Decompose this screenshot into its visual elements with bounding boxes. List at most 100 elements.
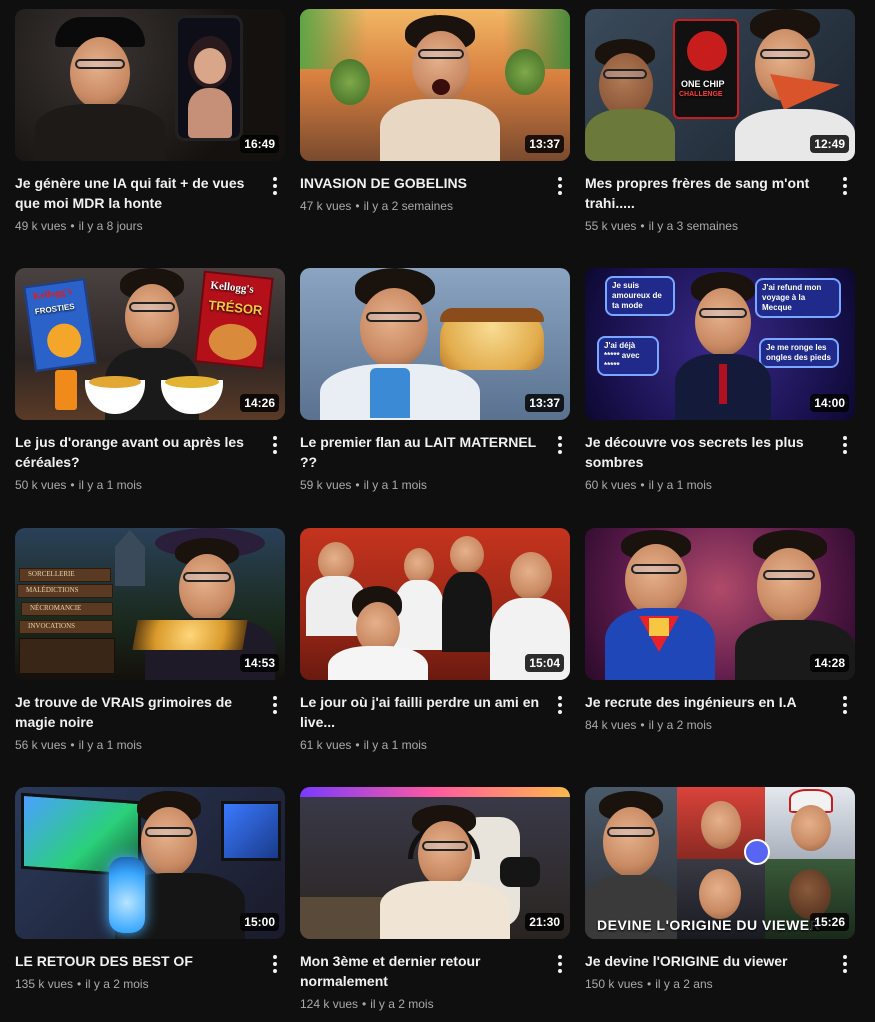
video-thumbnail[interactable]: Kellogg's FROSTIES Kellogg's TRÉSOR 14:2… (15, 268, 285, 420)
upload-age: il y a 2 mois (85, 977, 149, 991)
video-title[interactable]: Le jus d'orange avant ou après les céréa… (15, 432, 259, 472)
more-options-icon[interactable] (837, 175, 853, 197)
separator: • (647, 977, 652, 991)
more-options-icon[interactable] (837, 694, 853, 716)
video-title[interactable]: Je trouve de VRAIS grimoires de magie no… (15, 692, 259, 732)
video-duration: 14:26 (240, 394, 279, 412)
view-count: 124 k vues (300, 997, 359, 1011)
video-title[interactable]: Le premier flan au LAIT MATERNEL ?? (300, 432, 544, 472)
video-stats: 84 k vues • il y a 2 mois (585, 716, 829, 734)
video-stats: 49 k vues • il y a 8 jours (15, 217, 259, 235)
video-title[interactable]: Je devine l'ORIGINE du viewer (585, 951, 829, 971)
video-title[interactable]: Je recrute des ingénieurs en I.A (585, 692, 829, 712)
separator: • (355, 738, 360, 752)
video-thumbnail[interactable]: 15:00 (15, 787, 285, 939)
separator: • (355, 478, 360, 492)
cereal-name-text: TRÉSOR (207, 297, 264, 318)
video-stats: 47 k vues • il y a 2 semaines (300, 197, 544, 215)
view-count: 49 k vues (15, 219, 67, 233)
upload-age: il y a 1 mois (78, 478, 142, 492)
video-duration: 16:49 (240, 135, 279, 153)
video-stats: 135 k vues • il y a 2 mois (15, 975, 259, 993)
video-duration: 21:30 (525, 913, 564, 931)
video-stats: 55 k vues • il y a 3 semaines (585, 217, 829, 235)
more-options-icon[interactable] (267, 175, 283, 197)
video-card: Je suis amoureux de ta mode J'ai refund … (585, 268, 855, 494)
view-count: 47 k vues (300, 199, 352, 213)
video-stats: 61 k vues • il y a 1 mois (300, 736, 544, 754)
separator: • (70, 738, 75, 752)
video-card: 15:04 Le jour où j'ai failli perdre un a… (300, 528, 570, 754)
video-duration: 15:00 (240, 913, 279, 931)
video-title[interactable]: Mes propres frères de sang m'ont trahi..… (585, 173, 829, 213)
view-count: 135 k vues (15, 977, 74, 991)
separator: • (362, 997, 367, 1011)
more-options-icon[interactable] (552, 953, 568, 975)
video-duration: 13:37 (525, 135, 564, 153)
video-card: 13:37 INVASION DE GOBELINS 47 k vues • il … (300, 9, 570, 215)
upload-age: il y a 8 jours (78, 219, 143, 233)
book-title: SORCELLERIE (19, 568, 111, 582)
book-title: INVOCATIONS (19, 620, 113, 634)
more-options-icon[interactable] (552, 175, 568, 197)
video-duration: 14:28 (810, 654, 849, 672)
more-options-icon[interactable] (837, 434, 853, 456)
video-duration: 14:00 (810, 394, 849, 412)
separator: • (640, 219, 645, 233)
video-thumbnail[interactable]: Je suis amoureux de ta mode J'ai refund … (585, 268, 855, 420)
more-options-icon[interactable] (552, 694, 568, 716)
video-stats: 150 k vues • il y a 2 ans (585, 975, 829, 993)
more-options-icon[interactable] (267, 694, 283, 716)
upload-age: il y a 2 semaines (363, 199, 453, 213)
video-grid: 16:49 Je génère une IA qui fait + de vue… (0, 0, 875, 1022)
separator: • (640, 478, 645, 492)
video-thumbnail[interactable]: 13:37 (300, 9, 570, 161)
view-count: 61 k vues (300, 738, 352, 752)
view-count: 56 k vues (15, 738, 67, 752)
upload-age: il y a 2 mois (370, 997, 434, 1011)
upload-age: il y a 1 mois (648, 478, 712, 492)
separator: • (355, 199, 360, 213)
more-options-icon[interactable] (267, 953, 283, 975)
video-stats: 124 k vues • il y a 2 mois (300, 995, 544, 1013)
more-options-icon[interactable] (552, 434, 568, 456)
video-title[interactable]: INVASION DE GOBELINS (300, 173, 544, 193)
more-options-icon[interactable] (267, 434, 283, 456)
cereal-name-text: FROSTIES (34, 301, 76, 317)
more-options-icon[interactable] (837, 953, 853, 975)
video-card: 13:37 Le premier flan au LAIT MATERNEL ?… (300, 268, 570, 494)
video-thumbnail[interactable]: ONE CHIP CHALLENGE 12:49 (585, 9, 855, 161)
video-title[interactable]: Le jour où j'ai failli perdre un ami en … (300, 692, 544, 732)
video-thumbnail[interactable]: DEVINE L'ORIGINE DU VIEWER 15:26 (585, 787, 855, 939)
upload-age: il y a 2 ans (655, 977, 713, 991)
video-card: ONE CHIP CHALLENGE 12:49 Mes propres frè… (585, 9, 855, 235)
video-stats: 56 k vues • il y a 1 mois (15, 736, 259, 754)
video-thumbnail[interactable]: 15:04 (300, 528, 570, 680)
separator: • (70, 478, 75, 492)
upload-age: il y a 2 mois (648, 718, 712, 732)
view-count: 55 k vues (585, 219, 637, 233)
separator: • (77, 977, 82, 991)
video-thumbnail[interactable]: 14:28 (585, 528, 855, 680)
video-thumbnail[interactable]: SORCELLERIE MALÉDICTIONS NÉCROMANCIE INV… (15, 528, 285, 680)
video-title[interactable]: Je découvre vos secrets les plus sombres (585, 432, 829, 472)
chip-challenge-text: CHALLENGE (679, 91, 723, 98)
video-title[interactable]: Je génère une IA qui fait + de vues que … (15, 173, 259, 213)
view-count: 60 k vues (585, 478, 637, 492)
video-title[interactable]: Mon 3ème et dernier retour normalement (300, 951, 544, 991)
video-duration: 13:37 (525, 394, 564, 412)
cereal-brand-text: Kellogg's (209, 279, 255, 296)
video-duration: 12:49 (810, 135, 849, 153)
video-thumbnail[interactable]: 13:37 (300, 268, 570, 420)
video-thumbnail[interactable]: 21:30 (300, 787, 570, 939)
video-stats: 60 k vues • il y a 1 mois (585, 476, 829, 494)
view-count: 59 k vues (300, 478, 352, 492)
view-count: 84 k vues (585, 718, 637, 732)
video-card: 21:30 Mon 3ème et dernier retour normale… (300, 787, 570, 1013)
cereal-brand-text: Kellogg's (32, 286, 73, 303)
video-title[interactable]: LE RETOUR DES BEST OF (15, 951, 259, 971)
upload-age: il y a 3 semaines (648, 219, 738, 233)
secret-bubble: Je suis amoureux de ta mode (605, 276, 675, 316)
upload-age: il y a 1 mois (363, 478, 427, 492)
video-thumbnail[interactable]: 16:49 (15, 9, 285, 161)
